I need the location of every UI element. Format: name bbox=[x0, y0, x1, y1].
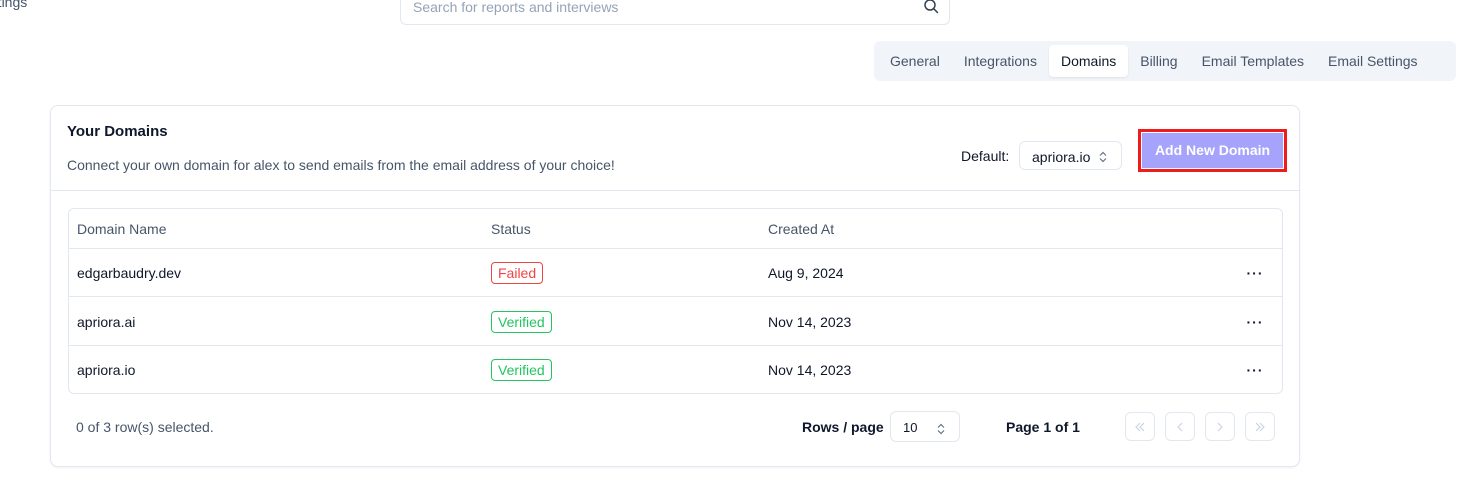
table-header-row: Domain Name Status Created At bbox=[69, 209, 1282, 249]
page-indicator: Page 1 of 1 bbox=[1006, 419, 1080, 435]
tab-billing[interactable]: Billing bbox=[1128, 45, 1189, 77]
domain-name-cell: apriora.ai bbox=[77, 314, 136, 330]
previous-page-button[interactable] bbox=[1165, 412, 1195, 441]
table-row[interactable]: apriora.io Verified Nov 14, 2023 ··· bbox=[69, 346, 1282, 393]
rows-per-page-value: 10 bbox=[903, 420, 918, 435]
chevron-right-icon bbox=[1217, 422, 1223, 432]
settings-tabs: General Integrations Domains Billing Ema… bbox=[874, 41, 1456, 81]
more-options-icon[interactable]: ··· bbox=[1245, 362, 1265, 378]
add-new-domain-label: Add New Domain bbox=[1142, 133, 1283, 168]
next-page-button[interactable] bbox=[1205, 412, 1235, 441]
tab-domains[interactable]: Domains bbox=[1048, 45, 1129, 77]
rows-selected-text: 0 of 3 row(s) selected. bbox=[76, 419, 214, 435]
add-new-domain-button[interactable]: Add New Domain bbox=[1138, 129, 1287, 172]
status-cell: Verified bbox=[491, 359, 552, 381]
search-icon[interactable] bbox=[923, 0, 939, 14]
rows-per-page-label: Rows / page bbox=[802, 419, 884, 435]
created-at-cell: Aug 9, 2024 bbox=[768, 265, 844, 281]
tab-email-settings[interactable]: Email Settings bbox=[1316, 45, 1429, 77]
more-options-icon[interactable]: ··· bbox=[1245, 265, 1265, 281]
table-row[interactable]: apriora.ai Verified Nov 14, 2023 ··· bbox=[69, 298, 1282, 346]
created-at-cell: Nov 14, 2023 bbox=[768, 314, 852, 330]
chevron-up-down-icon bbox=[936, 422, 946, 435]
domains-card: Your Domains Connect your own domain for… bbox=[50, 105, 1300, 467]
status-cell: Failed bbox=[491, 262, 544, 284]
tab-general[interactable]: General bbox=[878, 45, 952, 77]
default-domain-select[interactable]: apriora.io bbox=[1019, 141, 1122, 170]
chevron-left-icon bbox=[1177, 422, 1183, 432]
header-status: Status bbox=[491, 221, 531, 237]
first-page-button[interactable] bbox=[1125, 412, 1155, 441]
chevron-up-down-icon bbox=[1098, 150, 1108, 163]
chevrons-right-icon bbox=[1255, 422, 1265, 432]
header-domain-name: Domain Name bbox=[77, 221, 167, 237]
default-domain-label: Default: bbox=[961, 148, 1010, 164]
table-row[interactable]: edgarbaudry.dev Failed Aug 9, 2024 ··· bbox=[69, 249, 1282, 297]
status-badge: Verified bbox=[491, 311, 552, 333]
domain-name-cell: apriora.io bbox=[77, 362, 136, 378]
search-placeholder: Search for reports and interviews bbox=[413, 0, 619, 15]
default-domain-value: apriora.io bbox=[1032, 149, 1091, 165]
tab-email-templates[interactable]: Email Templates bbox=[1190, 45, 1316, 77]
sidebar-settings-label[interactable]: ettings bbox=[0, 0, 27, 10]
card-title: Your Domains bbox=[67, 123, 168, 140]
more-options-icon[interactable]: ··· bbox=[1245, 314, 1265, 330]
domains-table: Domain Name Status Created At edgarbaudr… bbox=[68, 208, 1283, 394]
search-input[interactable]: Search for reports and interviews bbox=[400, 0, 950, 25]
domain-name-cell: edgarbaudry.dev bbox=[77, 265, 182, 281]
status-cell: Verified bbox=[491, 311, 552, 333]
status-badge: Failed bbox=[491, 262, 544, 284]
rows-per-page-select[interactable]: 10 bbox=[890, 411, 960, 442]
header-created-at: Created At bbox=[768, 221, 835, 237]
divider bbox=[51, 190, 1299, 191]
created-at-cell: Nov 14, 2023 bbox=[768, 362, 852, 378]
status-badge: Verified bbox=[491, 359, 552, 381]
card-description: Connect your own domain for alex to send… bbox=[67, 157, 615, 173]
tab-integrations[interactable]: Integrations bbox=[952, 45, 1049, 77]
chevrons-left-icon bbox=[1135, 422, 1145, 432]
last-page-button[interactable] bbox=[1245, 412, 1275, 441]
